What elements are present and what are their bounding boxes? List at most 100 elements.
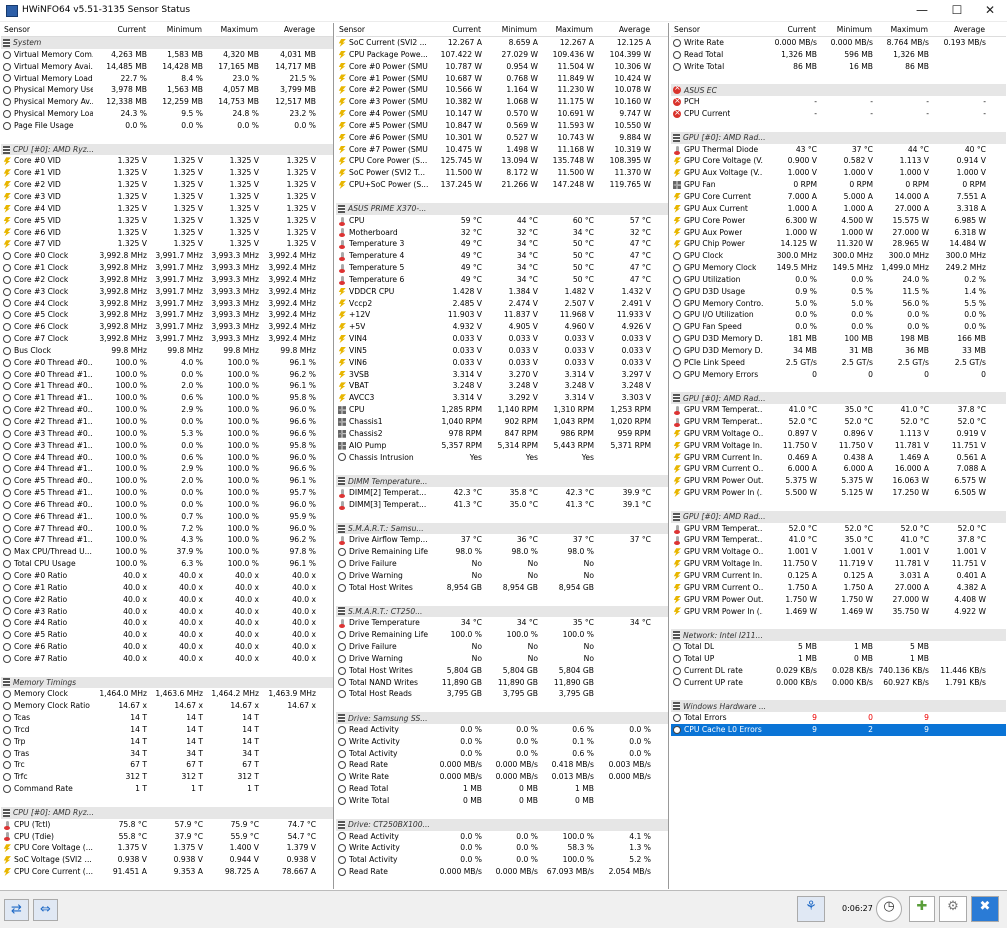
sensor-row[interactable]: Core #5 VID 1.325 V 1.325 V 1.325 V 1.325 V <box>1 215 333 227</box>
sensor-row[interactable]: Chassis2 978 RPM 847 RPM 986 RPM 959 RPM <box>336 428 668 440</box>
sensor-row[interactable]: Core #0 Thread #0... 100.0 % 4.0 % 100.0 % 9… <box>1 357 333 369</box>
sensor-row[interactable]: Temperature 3 49 °C 34 °C 50 °C 47 °C <box>336 238 668 250</box>
sensor-row[interactable]: Drive Warning No No No <box>336 570 668 582</box>
sensor-group-header[interactable]: Drive: CT250BX100... <box>336 818 668 831</box>
sensor-row[interactable]: Vccp2 2.485 V 2.474 V 2.507 V 2.491 V <box>336 298 668 310</box>
sensor-row[interactable]: Core #0 Ratio 40.0 x 40.0 x 40.0 x 40.0 x <box>1 570 333 582</box>
sensor-row[interactable]: Total Errors 9 0 9 <box>671 712 1006 724</box>
sensor-row[interactable]: GPU VRM Current O... 1.750 A 1.750 A 27.000… <box>671 582 1006 594</box>
sensor-row[interactable]: GPU VRM Temperat... 41.0 °C 35.0 °C 41.0 °C… <box>671 404 1006 416</box>
sensor-row[interactable]: Virtual Memory Avai... 14,485 MB 14,428 MB… <box>1 61 333 73</box>
sensor-row[interactable]: Drive Warning No No No <box>336 653 668 665</box>
sensor-row[interactable]: Write Activity 0.0 % 0.0 % 0.1 % 0.0 % <box>336 736 668 748</box>
sensor-row[interactable]: VBAT 3.248 V 3.248 V 3.248 V 3.248 V <box>336 380 668 392</box>
sensor-row[interactable]: CPU Core Current (... 91.451 A 9.353 A 98.7… <box>1 866 333 878</box>
sensor-group-header[interactable]: Windows Hardware ... <box>671 700 1006 713</box>
sensor-row[interactable]: Max CPU/Thread U... 100.0 % 37.9 % 100.0 % 9… <box>1 546 333 558</box>
sensor-row[interactable]: Read Total 1 MB 0 MB 1 MB <box>336 783 668 795</box>
header-sensor[interactable]: Sensor <box>671 23 763 36</box>
sensor-row[interactable]: GPU VRM Power Out... 1.750 W 1.750 W 27.000… <box>671 594 1006 606</box>
sensor-row[interactable]: Read Rate 0.000 MB/s 0.000 MB/s 67.093 MB/s… <box>336 866 668 878</box>
sensor-row[interactable]: VDDCR CPU 1.428 V 1.384 V 1.482 V 1.432 V <box>336 286 668 298</box>
sensor-row[interactable]: Core #5 Thread #0... 100.0 % 2.0 % 100.0 % 9… <box>1 475 333 487</box>
sensor-group-header[interactable]: GPU [#0]: AMD Rad... <box>671 392 1006 405</box>
clock-icon[interactable]: ◷ <box>876 896 902 922</box>
sensor-row[interactable]: GPU Fan Speed 0.0 % 0.0 % 0.0 % 0.0 % <box>671 321 1006 333</box>
sensor-row[interactable]: Core #0 Power (SMU) 10.787 W 0.954 W 11.504… <box>336 61 668 73</box>
sensor-row[interactable]: Core #2 Clock 3,992.8 MHz 3,991.7 MHz 3,993… <box>1 274 333 286</box>
sensor-row[interactable]: GPU VRM Voltage O... 0.897 V 0.896 V 1.113 … <box>671 428 1006 440</box>
sensor-row[interactable]: Current DL rate 0.029 KB/s 0.028 KB/s 740.1… <box>671 665 1006 677</box>
sensor-row[interactable]: Temperature 6 49 °C 34 °C 50 °C 47 °C <box>336 274 668 286</box>
sensor-row[interactable]: Drive Remaining Life 100.0 % 100.0 % 100.0 … <box>336 629 668 641</box>
sensor-row[interactable]: Trc 67 T 67 T 67 T <box>1 759 333 771</box>
sensor-row[interactable]: Core #1 Clock 3,992.8 MHz 3,991.7 MHz 3,993… <box>1 262 333 274</box>
sensor-row[interactable]: Chassis1 1,040 RPM 902 RPM 1,043 RPM 1,020 R… <box>336 416 668 428</box>
sensor-row[interactable]: Core #4 Thread #0... 100.0 % 0.6 % 100.0 % 9… <box>1 452 333 464</box>
sensor-row[interactable]: Read Activity 0.0 % 0.0 % 100.0 % 4.1 % <box>336 831 668 843</box>
sensor-row[interactable]: Total NAND Writes 11,890 GB 11,890 GB 11,89… <box>336 677 668 689</box>
header-maximum[interactable]: Maximum <box>875 23 931 36</box>
sensor-row[interactable]: GPU D3D Memory D... 181 MB 100 MB 198 MB 166… <box>671 333 1006 345</box>
sensor-row[interactable]: Core #2 Thread #0... 100.0 % 2.9 % 100.0 % 9… <box>1 404 333 416</box>
sensor-row[interactable]: Bus Clock 99.8 MHz 99.8 MHz 99.8 MHz 99.8 MH… <box>1 345 333 357</box>
header-maximum[interactable]: Maximum <box>205 23 261 36</box>
sensor-row[interactable]: GPU VRM Power In (... 5.500 W 5.125 W 17.25… <box>671 487 1006 499</box>
sensor-row[interactable]: Core #3 Thread #0... 100.0 % 5.3 % 100.0 % 9… <box>1 428 333 440</box>
sensor-row[interactable]: Core #3 Power (SMU) 10.382 W 1.068 W 11.175… <box>336 96 668 108</box>
sensor-row[interactable]: Total Host Writes 8,954 GB 8,954 GB 8,954 G… <box>336 582 668 594</box>
sensor-row[interactable]: GPU Utilization 0.0 % 0.0 % 24.0 % 0.2 % <box>671 274 1006 286</box>
sensor-row[interactable]: GPU VRM Power Out... 5.375 W 5.375 W 16.063… <box>671 475 1006 487</box>
maximize-button[interactable]: ☐ <box>940 0 974 22</box>
navigate-collapse-icon[interactable]: ⇔ <box>33 899 58 921</box>
sensor-row[interactable]: Trp 14 T 14 T 14 T <box>1 736 333 748</box>
sensor-row[interactable]: Core #5 Thread #1... 100.0 % 0.0 % 100.0 % 9… <box>1 487 333 499</box>
sensor-row[interactable]: CPU Cache L0 Errors 9 2 9 <box>671 723 1006 736</box>
sensor-row[interactable]: Total Host Reads 3,795 GB 3,795 GB 3,795 GB <box>336 688 668 700</box>
sensor-row[interactable]: Total Activity 0.0 % 0.0 % 100.0 % 5.2 % <box>336 854 668 866</box>
sensor-row[interactable]: GPU D3D Usage 0.9 % 0.5 % 11.5 % 1.4 % <box>671 286 1006 298</box>
header-sensor[interactable]: Sensor <box>1 23 93 36</box>
sensor-row[interactable]: GPU Aux Power 1.000 W 1.000 W 27.000 W 6.318… <box>671 227 1006 239</box>
sensor-group-header[interactable]: Memory Timings <box>1 676 333 689</box>
header-minimum[interactable]: Minimum <box>819 23 875 36</box>
sensor-row[interactable]: VIN5 0.033 V 0.033 V 0.033 V 0.033 V <box>336 345 668 357</box>
sensor-row[interactable]: Page File Usage 0.0 % 0.0 % 0.0 % 0.0 % <box>1 120 333 132</box>
sensor-row[interactable]: GPU Aux Voltage (V... 1.000 V 1.000 V 1.000… <box>671 167 1006 179</box>
sensor-row[interactable]: Core #4 VID 1.325 V 1.325 V 1.325 V 1.325 V <box>1 203 333 215</box>
sensor-row[interactable]: Read Total 1,326 MB 596 MB 1,326 MB <box>671 49 1006 61</box>
sensor-row[interactable]: GPU Clock 300.0 MHz 300.0 MHz 300.0 MHz 300.… <box>671 250 1006 262</box>
close-button[interactable]: ✕ <box>973 0 1007 22</box>
sensor-row[interactable]: Temperature 5 49 °C 34 °C 50 °C 47 °C <box>336 262 668 274</box>
sensor-group-header[interactable]: ASUS EC <box>671 83 1006 97</box>
sensor-row[interactable]: Tcas 14 T 14 T 14 T <box>1 712 333 724</box>
sensor-row[interactable]: +12V 11.903 V 11.837 V 11.968 V 11.933 V <box>336 309 668 321</box>
sensor-row[interactable]: Core #2 Power (SMU) 10.566 W 1.164 W 11.230… <box>336 84 668 96</box>
sensor-row[interactable]: Core #2 Thread #1... 100.0 % 0.0 % 100.0 % 9… <box>1 416 333 428</box>
close-sensors-icon[interactable]: ✖ <box>971 896 999 922</box>
header-average[interactable]: Average <box>931 23 988 36</box>
sensor-row[interactable]: SoC Voltage (SVI2 ... 0.938 V 0.938 V 0.944… <box>1 854 333 866</box>
sensor-row[interactable]: GPU Memory Contro... 5.0 % 5.0 % 56.0 % 5.5 … <box>671 298 1006 310</box>
sensor-row[interactable]: GPU Fan 0 RPM 0 RPM 0 RPM 0 RPM <box>671 179 1006 191</box>
header-maximum[interactable]: Maximum <box>540 23 596 36</box>
add-report-icon[interactable]: ✚ <box>909 896 935 922</box>
sensor-row[interactable]: Physical Memory Used 3,978 MB 1,563 MB 4,05… <box>1 84 333 96</box>
sensor-row[interactable]: Core #7 Power (SMU) 10.475 W 1.498 W 11.168… <box>336 144 668 156</box>
sensor-row[interactable]: Current UP rate 0.000 KB/s 0.000 KB/s 60.92… <box>671 677 1006 689</box>
sensor-row[interactable]: GPU D3D Memory D... 34 MB 31 MB 36 MB 33 MB <box>671 345 1006 357</box>
sensor-row[interactable]: Command Rate 1 T 1 T 1 T <box>1 783 333 795</box>
sensor-row[interactable]: Tras 34 T 34 T 34 T <box>1 748 333 760</box>
sensor-group-header[interactable]: S.M.A.R.T.: Samsu... <box>336 522 668 535</box>
sensor-row[interactable]: Core #1 Power (SMU) 10.687 W 0.768 W 11.849… <box>336 73 668 85</box>
sensor-row[interactable]: Core #4 Ratio 40.0 x 40.0 x 40.0 x 40.0 x <box>1 617 333 629</box>
sensor-row[interactable]: Write Activity 0.0 % 0.0 % 58.3 % 1.3 % <box>336 842 668 854</box>
sensor-row[interactable]: GPU Memory Clock 149.5 MHz 149.5 MHz 1,499.… <box>671 262 1006 274</box>
sensor-row[interactable]: Write Rate 0.000 MB/s 0.000 MB/s 8.764 MB/s… <box>671 37 1006 49</box>
header-average[interactable]: Average <box>596 23 653 36</box>
sensor-row[interactable]: Virtual Memory Com... 4,263 MB 1,583 MB 4,3… <box>1 49 333 61</box>
sensor-row[interactable]: DIMM[3] Temperat... 41.3 °C 35.0 °C 41.3 °C… <box>336 499 668 511</box>
sensor-row[interactable]: Core #3 VID 1.325 V 1.325 V 1.325 V 1.325 V <box>1 191 333 203</box>
sensor-row[interactable]: Core #7 Ratio 40.0 x 40.0 x 40.0 x 40.0 x <box>1 653 333 665</box>
sensor-row[interactable]: Chassis Intrusion Yes Yes Yes <box>336 452 668 464</box>
